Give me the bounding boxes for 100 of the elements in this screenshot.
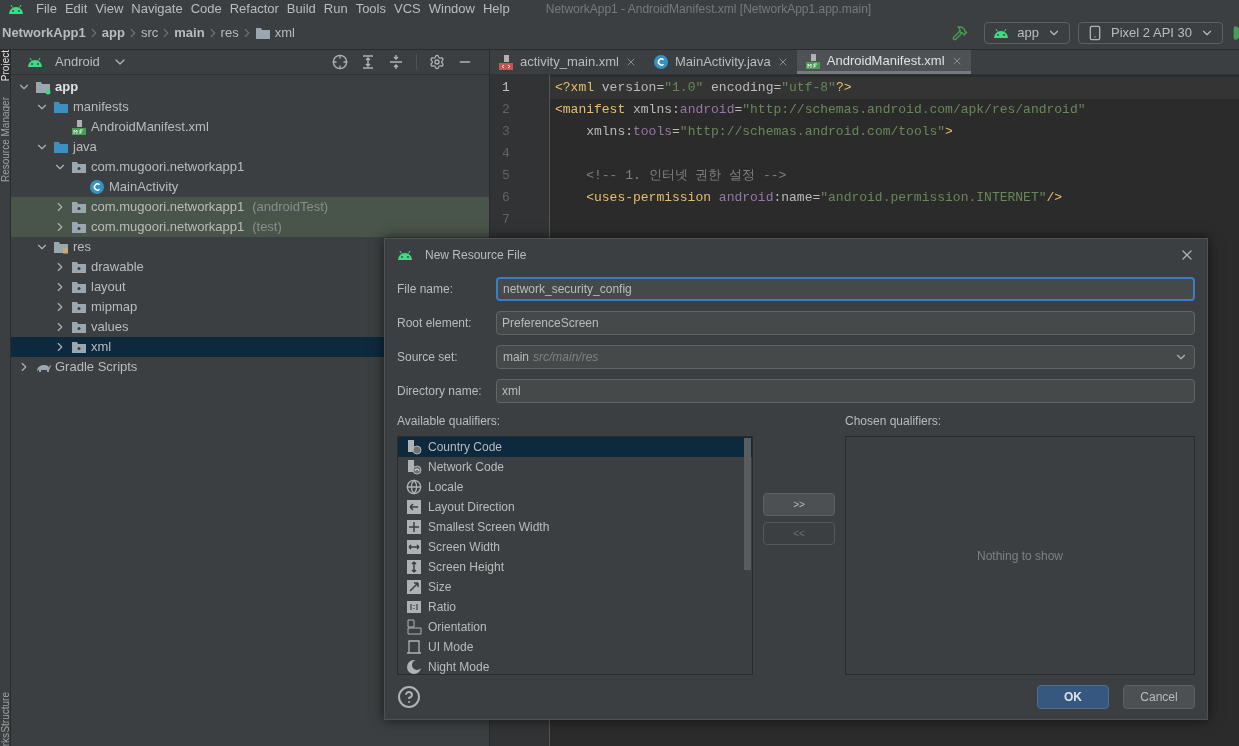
tree-item-label: java	[73, 138, 97, 157]
editor-tab[interactable]: activity_main.xml	[490, 50, 645, 74]
qualifier-item[interactable]: Screen Width	[398, 537, 752, 557]
help-icon[interactable]	[397, 685, 421, 709]
menu-item[interactable]: Run	[319, 0, 352, 19]
code-line: xmlns:tools="http://schemas.android.com/tools">	[585, 123, 953, 142]
tool-window-tab[interactable]: rks	[0, 732, 10, 746]
qualifier-item[interactable]: Size	[398, 577, 752, 597]
view-selector[interactable]: Android	[55, 52, 100, 72]
menu-item[interactable]: VCS	[390, 0, 425, 19]
globe-icon	[406, 479, 422, 495]
line-number: 1	[502, 79, 510, 98]
folder-icon	[53, 139, 69, 155]
tree-item[interactable]: com.mugoori.networkapp1	[11, 157, 489, 177]
menu-item[interactable]: View	[91, 0, 128, 19]
menu-item[interactable]: Help	[478, 0, 514, 19]
editor-tab[interactable]: AndroidManifest.xml	[796, 50, 971, 74]
tree-item-label: Gradle Scripts	[55, 358, 138, 377]
menu-item[interactable]: Code	[186, 0, 226, 19]
tree-item-suffix: (androidTest)	[252, 198, 329, 217]
qualifier-item[interactable]: Smallest Screen Width	[398, 517, 752, 537]
tree-item[interactable]: app	[11, 77, 489, 97]
code-line: <uses-permission android:name="android.permission.INTERNET"/>	[585, 189, 1063, 208]
android-icon	[993, 27, 1010, 39]
tree-item-label: com.mugoori.networkapp1	[91, 198, 245, 217]
collapse-all-icon[interactable]	[388, 54, 404, 70]
orientation-icon	[406, 619, 422, 635]
dialog-title: New Resource File	[425, 247, 527, 264]
text-field[interactable]: network_security_config	[496, 277, 1195, 301]
package-folder-icon	[71, 339, 87, 355]
layout-file-icon	[498, 54, 514, 70]
menu-item[interactable]: Tools	[351, 0, 390, 19]
ok-button[interactable]: OK	[1037, 685, 1109, 709]
package-folder-icon	[71, 219, 87, 235]
tool-window-tab[interactable]: Structure	[0, 692, 10, 733]
tree-item[interactable]: manifests	[11, 97, 489, 117]
breadcrumb-item[interactable]: app	[101, 23, 125, 43]
expand-all-icon[interactable]	[360, 54, 376, 70]
tree-item[interactable]: com.mugoori.networkapp1 (test)	[11, 217, 489, 237]
qualifier-item[interactable]: UI Mode	[398, 637, 752, 657]
menu-item[interactable]: File	[32, 0, 61, 19]
tree-item-label: com.mugoori.networkapp1	[91, 218, 245, 237]
breadcrumb-item[interactable]: xml	[274, 23, 295, 43]
qualifier-item[interactable]: Screen Height	[398, 557, 752, 577]
editor-tab[interactable]: MainActivity.java	[644, 50, 797, 74]
tree-item[interactable]: mipmap	[11, 297, 489, 317]
menu-item[interactable]: Edit	[60, 0, 92, 19]
qualifier-item[interactable]: Country Code	[398, 437, 752, 457]
locate-icon[interactable]	[332, 54, 348, 70]
tree-item[interactable]: java	[11, 137, 489, 157]
qualifier-item[interactable]: Orientation	[398, 617, 752, 637]
menu-item[interactable]: Build	[282, 0, 320, 19]
qualifier-item[interactable]: Ratio	[398, 597, 752, 617]
code-line: <!-- 1. 인터넷 권한 설정 -->	[585, 167, 787, 186]
field-label: File name:	[397, 281, 455, 298]
hammer-icon[interactable]	[952, 25, 969, 41]
class-icon	[652, 54, 669, 70]
field-label: Root element:	[397, 315, 473, 332]
source-set-dropdown[interactable]: main src/main/res	[496, 345, 1195, 369]
tree-item[interactable]: com.mugoori.networkapp1 (androidTest)	[11, 197, 489, 217]
qualifier-item[interactable]: Night Mode	[398, 657, 752, 674]
menu-item[interactable]: Navigate	[127, 0, 187, 19]
tool-window-tab[interactable]: Resource Manager	[0, 97, 10, 183]
settings-icon[interactable]	[429, 54, 445, 70]
breadcrumb-item[interactable]: src	[140, 23, 159, 43]
expand-arrows-icon	[406, 519, 422, 535]
field-label: Directory name:	[397, 383, 483, 400]
move-button[interactable]: >>	[763, 492, 835, 516]
breadcrumb-item[interactable]: res	[220, 23, 239, 43]
qualifier-item[interactable]: Layout Direction	[398, 497, 752, 517]
tree-item-label: mipmap	[91, 298, 138, 317]
code-line: <?xml version="1.0" encoding="utf-8"?>	[555, 79, 852, 98]
android-icon	[397, 249, 413, 261]
sim-signal-icon	[406, 459, 422, 475]
device-dropdown[interactable]: Pixel 2 API 30	[1078, 22, 1223, 44]
qualifier-item[interactable]: Network Code	[398, 457, 752, 477]
text-field[interactable]: xml	[496, 379, 1195, 403]
scrollbar-thumb[interactable]	[744, 438, 751, 570]
menu-item[interactable]: Window	[424, 0, 479, 19]
sim-globe-icon	[406, 439, 422, 455]
tree-item-label: AndroidManifest.xml	[91, 118, 209, 137]
package-folder-icon	[71, 319, 87, 335]
tool-window-tab[interactable]: Project	[0, 50, 10, 82]
qualifier-item[interactable]: Locale	[398, 477, 752, 497]
menu-item[interactable]: Refactor	[225, 0, 283, 19]
code-line: <manifest xmlns:android="http://schemas.android.com/apk/res/android"	[555, 101, 1086, 120]
diagonal-arrow-icon	[406, 579, 422, 595]
tree-item[interactable]: AndroidManifest.xml	[11, 117, 489, 137]
module-dropdown[interactable]: app	[984, 22, 1071, 44]
breadcrumb-item[interactable]: NetworkApp1	[0, 23, 86, 43]
tree-item[interactable]: MainActivity	[11, 177, 489, 197]
cancel-button[interactable]: Cancel	[1123, 685, 1195, 709]
breadcrumb-item[interactable]: main	[174, 23, 205, 43]
text-field[interactable]: PreferenceScreen	[496, 311, 1195, 335]
manifest-file-icon	[71, 119, 87, 135]
package-folder-icon	[71, 259, 87, 275]
vertical-arrows-icon	[406, 559, 422, 575]
resource-folder-icon	[53, 239, 69, 255]
desk-icon	[406, 639, 422, 655]
tree-item-label: com.mugoori.networkapp1	[91, 158, 245, 177]
